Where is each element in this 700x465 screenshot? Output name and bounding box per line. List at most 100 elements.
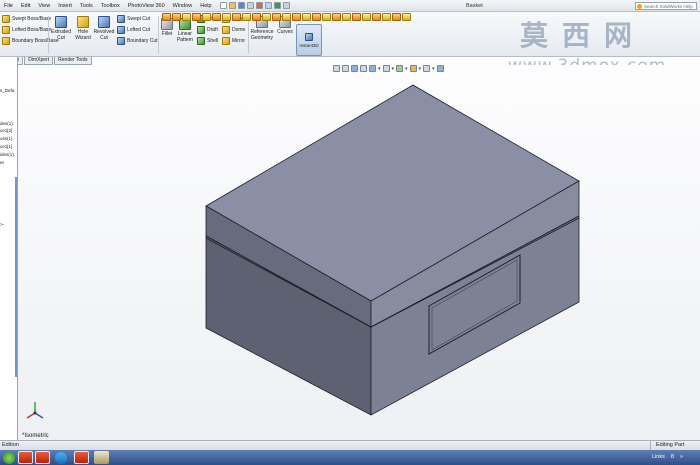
taskbar-solidworks-icon[interactable] (74, 451, 89, 464)
tool-icon[interactable] (162, 13, 171, 21)
tool-icon[interactable] (352, 13, 361, 21)
mirror-label: Mirror (232, 38, 246, 44)
linear-pattern-label: Linear Pattern (176, 31, 194, 43)
tree-collapse-arrow[interactable]: >- (0, 222, 4, 227)
revolved-cut-button[interactable]: Revolved Cut (93, 16, 115, 41)
lofted-boss-button[interactable]: Lofted Boss/Base (2, 26, 51, 34)
rebuild-icon[interactable] (273, 2, 281, 9)
hole-wizard-icon (77, 16, 89, 28)
tray-expand-icon[interactable]: » (680, 450, 683, 465)
menu-view[interactable]: View (34, 0, 54, 12)
options-icon[interactable] (282, 2, 290, 9)
mirror-button[interactable]: Mirror (222, 37, 245, 45)
graphics-viewport[interactable]: ▾ ▾ ▾ ▾ ▾ *Isometric (18, 65, 700, 440)
tree-item[interactable]: ce1[2] (0, 128, 12, 133)
tree-item[interactable]: et (0, 160, 4, 165)
start-button[interactable] (3, 451, 15, 464)
tab-dimxpert[interactable]: DimXpert (24, 57, 54, 65)
tool-icon[interactable] (392, 13, 401, 21)
swept-cut-button[interactable]: Swept Cut (117, 15, 150, 23)
tray-links[interactable]: Links (652, 450, 665, 465)
extruded-cut-label: Extruded Cut (50, 29, 71, 41)
taskbar-solidworks-icon[interactable] (18, 451, 33, 464)
select-arrow-icon[interactable] (264, 2, 272, 9)
tree-item[interactable]: ides(1) (0, 152, 14, 157)
tool-icon[interactable] (242, 13, 251, 21)
menu-insert[interactable]: Insert (54, 0, 76, 12)
coordinate-triad-icon (26, 402, 44, 419)
swept-cut-icon (117, 15, 125, 23)
tool-icon[interactable] (222, 13, 231, 21)
fillet-label: Fillet (161, 31, 173, 37)
print-icon[interactable] (246, 2, 254, 9)
tray-count[interactable]: 8 (671, 450, 674, 465)
save-icon[interactable] (237, 2, 245, 9)
swept-cut-label: Swept Cut (127, 16, 151, 22)
open-folder-icon[interactable] (228, 2, 236, 9)
tool-icon[interactable] (232, 13, 241, 21)
menu-toolbox[interactable]: Toolbox (97, 0, 124, 12)
taskbar-paint-icon[interactable] (94, 451, 109, 464)
tool-icon[interactable] (322, 13, 331, 21)
taskbar-solidworks-icon[interactable] (35, 451, 50, 464)
boundary-cut-icon (117, 37, 125, 45)
tool-icon[interactable] (202, 13, 211, 21)
help-search-input[interactable]: Search SolidWorks Help (635, 2, 697, 10)
draft-button[interactable]: Draft (197, 26, 218, 34)
tool-icon[interactable] (172, 13, 181, 21)
tool-icon[interactable] (332, 13, 341, 21)
menu-tools[interactable]: Tools (76, 0, 97, 12)
extruded-cut-button[interactable]: Extruded Cut (50, 16, 72, 41)
tab-render-tools[interactable]: Render Tools (54, 57, 92, 65)
part-model-box[interactable] (18, 65, 700, 440)
instant3d-button[interactable]: Instant3D (296, 24, 322, 56)
lofted-boss-label: Lofted Boss/Base (12, 27, 52, 33)
tool-icon[interactable] (372, 13, 381, 21)
feature-manager-tree: s_Defa des(1) ce1[2] oss(1) ce1[1] ides(… (0, 57, 18, 440)
menu-window[interactable]: Window (169, 0, 197, 12)
shell-icon (197, 37, 205, 45)
tool-icon[interactable] (312, 13, 321, 21)
tool-icon[interactable] (212, 13, 221, 21)
ribbon-separator (48, 16, 49, 54)
boundary-cut-label: Boundary Cut (127, 38, 158, 44)
features-toolstrip (162, 12, 411, 22)
lofted-cut-button[interactable]: Lofted Cut (117, 26, 150, 34)
tree-item[interactable]: oss(1) (0, 136, 13, 141)
tool-icon[interactable] (192, 13, 201, 21)
tree-item[interactable]: s_Defa (0, 88, 14, 93)
hole-wizard-label: Hole Wizard (75, 29, 91, 41)
tool-icon[interactable] (302, 13, 311, 21)
menu-file[interactable]: File (0, 0, 17, 12)
hole-wizard-button[interactable]: Hole Wizard (72, 16, 94, 41)
swept-boss-button[interactable]: Swept Boss/Base (2, 15, 51, 23)
tool-icon[interactable] (292, 13, 301, 21)
taskbar-skype-icon[interactable] (55, 451, 67, 464)
view-orientation-label: *Isometric (22, 433, 49, 439)
dome-button[interactable]: Dome (222, 26, 245, 34)
tool-icon[interactable] (402, 13, 411, 21)
tree-scrollbar[interactable] (15, 177, 17, 377)
tree-item[interactable]: ce1[1] (0, 144, 12, 149)
tool-icon[interactable] (262, 13, 271, 21)
undo-icon[interactable] (255, 2, 263, 9)
tool-icon[interactable] (382, 13, 391, 21)
tree-item[interactable]: des(1) (0, 121, 13, 126)
boundary-boss-icon (2, 37, 10, 45)
curves-label: Curves (277, 29, 293, 35)
menu-edit[interactable]: Edit (17, 0, 34, 12)
reference-geometry-label: Reference Geometry (250, 29, 274, 41)
tool-icon[interactable] (182, 13, 191, 21)
tool-icon[interactable] (342, 13, 351, 21)
tool-icon[interactable] (272, 13, 281, 21)
menu-photoview[interactable]: PhotoView 360 (124, 0, 169, 12)
help-search-icon (637, 4, 642, 9)
shell-button[interactable]: Shell (197, 37, 218, 45)
menu-help[interactable]: Help (196, 0, 215, 12)
tool-icon[interactable] (282, 13, 291, 21)
tool-icon[interactable] (362, 13, 371, 21)
boundary-cut-button[interactable]: Boundary Cut (117, 37, 158, 45)
new-document-icon[interactable] (219, 2, 227, 9)
tool-icon[interactable] (252, 13, 261, 21)
lofted-cut-label: Lofted Cut (127, 27, 151, 33)
